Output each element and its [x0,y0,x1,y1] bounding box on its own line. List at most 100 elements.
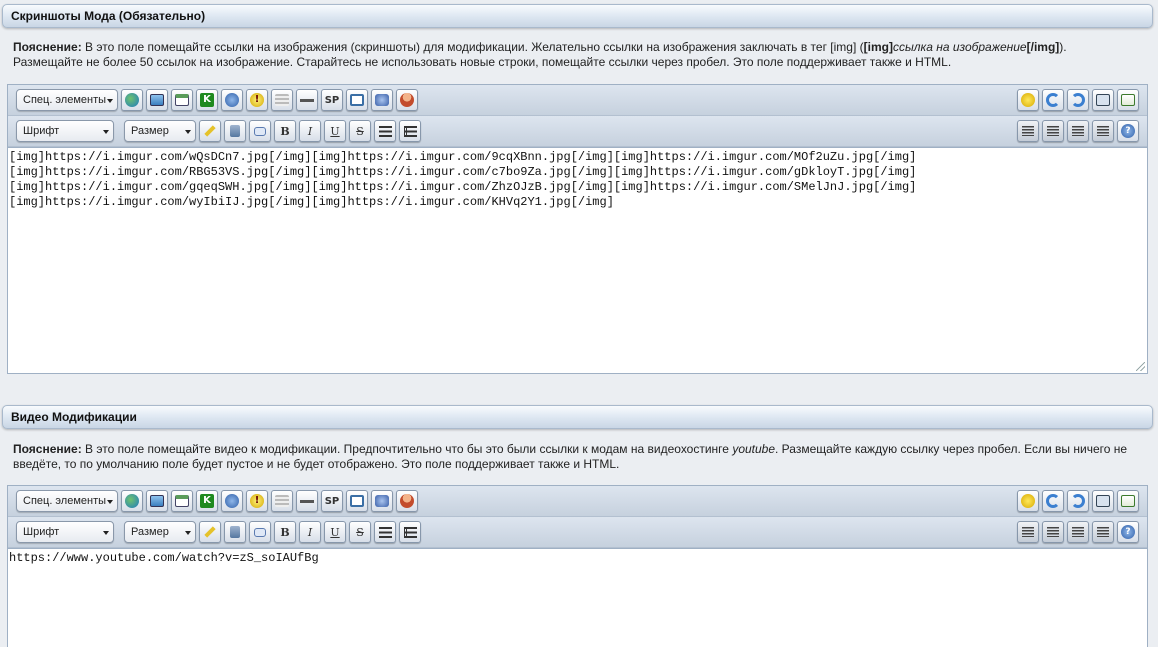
video-textarea[interactable]: https://www.youtube.com/watch?v=zS_soIAU… [8,548,1147,647]
undo-icon[interactable] [1042,490,1064,512]
info-icon[interactable] [221,89,243,111]
align-justify-icon[interactable] [1092,120,1114,142]
note-text: В это поле помещайте ссылки на изображен… [81,40,864,54]
help-icon[interactable]: ? [1117,521,1139,543]
note-text: В это поле помещайте видео к модификации… [81,442,733,456]
highlight-icon[interactable] [199,120,221,142]
note-tag-open: [img] [863,40,893,54]
align-left-icon[interactable] [1017,120,1039,142]
chevron-down-icon [185,130,191,134]
quote-icon[interactable] [249,120,271,142]
italic-button[interactable]: I [299,521,321,543]
warning-icon[interactable]: ! [246,490,268,512]
align-right-icon[interactable] [1067,120,1089,142]
chevron-down-icon [185,531,191,535]
special-elements-label: Спец. элементы [23,94,107,106]
editor-screenshots: Спец. элементы K ! SP Шрифт Размер B I U… [7,84,1148,374]
italic-button[interactable]: I [299,120,321,142]
sp-label: SP [324,495,340,507]
k-icon[interactable]: K [196,89,218,111]
sp-label: SP [324,94,340,106]
save-icon[interactable] [1092,490,1114,512]
sp-button[interactable]: SP [321,490,343,512]
underline-button[interactable]: U [324,120,346,142]
redo-icon[interactable] [1067,490,1089,512]
font-select-label: Шрифт [23,125,60,137]
undo-icon[interactable] [1042,89,1064,111]
smiley-icon[interactable] [1017,490,1039,512]
size-select[interactable]: Размер [124,120,196,142]
strike-button[interactable]: S [349,120,371,142]
restore-icon[interactable] [1117,490,1139,512]
font-select[interactable]: Шрифт [16,521,114,543]
warning-icon[interactable]: ! [246,89,268,111]
highlight-icon[interactable] [199,521,221,543]
media-icon[interactable] [171,89,193,111]
align-center-icon[interactable] [1042,120,1064,142]
attachment-icon[interactable] [371,89,393,111]
save-icon[interactable] [1092,89,1114,111]
screenshots-textarea[interactable]: [img]https://i.imgur.com/wQsDCn7.jpg[/im… [8,147,1147,373]
sp-button[interactable]: SP [321,89,343,111]
size-select-label: Размер [131,125,169,137]
note-label: Пояснение: [13,40,82,54]
link-icon[interactable] [121,490,143,512]
toolbar-right-group [1017,89,1139,111]
hide-icon[interactable] [271,89,293,111]
numbered-list-icon[interactable] [399,120,421,142]
special-elements-select[interactable]: Спец. элементы [16,89,118,111]
section-header-screenshots: Скриншоты Мода (Обязательно) [2,4,1153,28]
image-icon[interactable] [146,490,168,512]
resize-handle[interactable] [1136,362,1145,371]
toolbar-align-group: ? [1017,521,1139,543]
hr-icon[interactable] [296,89,318,111]
attachment-icon[interactable] [371,490,393,512]
note-label: Пояснение: [13,442,82,456]
toolbar-row-2: Шрифт Размер B I U S ? [8,517,1147,548]
k-icon[interactable]: K [196,490,218,512]
link-icon[interactable] [121,89,143,111]
toolbar-row-1: Спец. элементы K ! SP [8,85,1147,116]
quote-icon[interactable] [249,521,271,543]
toolbar-format-group: Шрифт Размер B I U S [16,521,421,543]
redo-icon[interactable] [1067,89,1089,111]
image-icon[interactable] [146,89,168,111]
help-icon[interactable]: ? [1117,120,1139,142]
window-icon[interactable] [346,89,368,111]
special-elements-select[interactable]: Спец. элементы [16,490,118,512]
size-select[interactable]: Размер [124,521,196,543]
color-icon[interactable] [224,120,246,142]
note-text-end: ). [1059,40,1067,54]
smiley-icon[interactable] [1017,89,1039,111]
bold-button[interactable]: B [274,120,296,142]
strike-label: S [356,525,364,539]
toolbar-right-group [1017,490,1139,512]
toolbar-row-1: Спец. элементы K ! SP [8,486,1147,517]
align-justify-icon[interactable] [1092,521,1114,543]
page: Скриншоты Мода (Обязательно) Пояснение: … [0,0,1158,647]
toolbar-left-group: Спец. элементы K ! SP [16,89,418,111]
editor-video: Спец. элементы K ! SP Шрифт Размер B I U… [7,485,1148,647]
media-icon[interactable] [171,490,193,512]
numbered-list-icon[interactable] [399,521,421,543]
info-icon[interactable] [221,490,243,512]
align-right-icon[interactable] [1067,521,1089,543]
bold-button[interactable]: B [274,521,296,543]
strike-label: S [356,124,364,138]
underline-button[interactable]: U [324,521,346,543]
align-center-icon[interactable] [1042,521,1064,543]
bullet-list-icon[interactable] [374,120,396,142]
underline-label: U [330,124,340,138]
bullet-list-icon[interactable] [374,521,396,543]
window-icon[interactable] [346,490,368,512]
hide-icon[interactable] [271,490,293,512]
user-icon[interactable] [396,89,418,111]
font-select[interactable]: Шрифт [16,120,114,142]
user-icon[interactable] [396,490,418,512]
align-left-icon[interactable] [1017,521,1039,543]
bold-label: B [280,525,290,539]
hr-icon[interactable] [296,490,318,512]
color-icon[interactable] [224,521,246,543]
strike-button[interactable]: S [349,521,371,543]
restore-icon[interactable] [1117,89,1139,111]
